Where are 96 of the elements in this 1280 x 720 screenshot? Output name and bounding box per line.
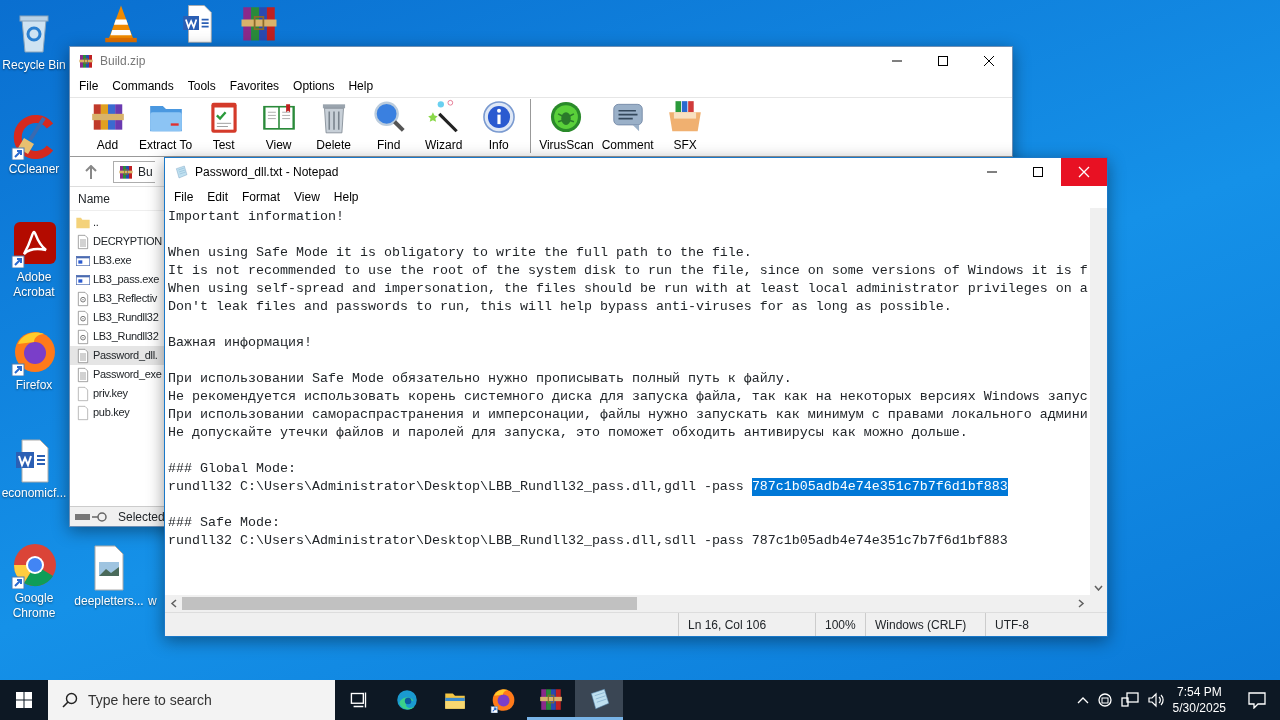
- gear-file-icon: [75, 290, 91, 307]
- browser-fox-icon: [490, 687, 516, 713]
- chevron-up-icon[interactable]: [1076, 696, 1089, 704]
- file-row[interactable]: LB3_Reflectiv: [70, 289, 164, 308]
- windows-logo-icon: [16, 692, 32, 708]
- file-row[interactable]: LB3_pass.exe: [70, 270, 164, 289]
- text-line: Don't leak files and passwords to run, this will help bypass anti-viruses for as long as possible.: [168, 298, 952, 316]
- taskbar-app-button[interactable]: [575, 680, 623, 720]
- gear-file-icon: [75, 328, 91, 345]
- archive-books-icon: [118, 163, 134, 180]
- up-arrow-icon[interactable]: [85, 164, 97, 179]
- menu-item[interactable]: Help: [341, 77, 381, 95]
- browser-circle-icon[interactable]: [10, 541, 58, 589]
- status-text: Selected: [118, 508, 165, 526]
- menu-item[interactable]: Commands: [105, 77, 181, 95]
- search-icon: [62, 692, 78, 708]
- status-text: 100%: [825, 616, 856, 634]
- selected-text: 787c1b05adb4e74e351c7b7f6d1bf883: [751, 478, 1008, 496]
- menu-item[interactable]: Format: [235, 188, 288, 206]
- text-line: Не рекомендуется использовать корень системного диска для запуска файла, так как на некоторых версиях Windows запус: [168, 388, 1088, 406]
- file-row[interactable]: Password_dll.: [70, 346, 164, 365]
- drive-icon: [74, 510, 110, 523]
- address-field[interactable]: Bu: [113, 160, 155, 183]
- archive-books-icon: [78, 53, 94, 69]
- text-line: Важная информация!: [168, 334, 312, 352]
- horizontal-scrollbar[interactable]: [165, 595, 1107, 612]
- text-line: Не допускайте утечки файлов и паролей для запуска, это поможет обходить антивирусы как можно дольше.: [168, 424, 968, 442]
- close-icon: [982, 55, 996, 67]
- network-icon[interactable]: [1120, 692, 1139, 708]
- scrollbar-thumb[interactable]: [182, 597, 637, 610]
- text-line: rundll32 C:\Users\Administrator\Desktop\LBB_Rundll32_pass.dll,sdll -pass 787c1b05adb4e74e351c7b7f6d1bf883: [168, 532, 1008, 550]
- menu-item[interactable]: View: [287, 188, 327, 206]
- toolbar-button[interactable]: Extract To: [135, 96, 197, 156]
- menu-item[interactable]: Help: [326, 188, 366, 206]
- text-line: When using Safe Mode it is obligatory to write the full path to the file.: [168, 244, 752, 262]
- toolbar-button[interactable]: Find: [361, 96, 417, 156]
- file-row[interactable]: LB3_Rundll32: [70, 308, 164, 327]
- icon-label[interactable]: Recycle Bin: [2, 58, 66, 73]
- toolbar-button[interactable]: Delete: [306, 96, 362, 156]
- text-line: ### Global Mode:: [168, 460, 296, 478]
- toolbar-button[interactable]: Comment: [597, 96, 658, 156]
- file-row[interactable]: ..: [70, 213, 164, 232]
- toolbar-button[interactable]: Wizard: [416, 96, 472, 156]
- menu-item[interactable]: Options: [286, 77, 342, 95]
- file-row[interactable]: pub.key: [70, 403, 164, 422]
- window-title: Password_dll.txt - Notepad: [195, 164, 339, 181]
- column-header[interactable]: Name: [78, 189, 110, 208]
- notification-icon[interactable]: [1248, 691, 1266, 709]
- toolbar-button[interactable]: Info: [471, 96, 527, 156]
- menu-item[interactable]: File: [72, 77, 106, 95]
- toolbar-button[interactable]: VirusScan: [535, 96, 598, 156]
- file-row[interactable]: LB3_Rundll32: [70, 327, 164, 346]
- status-text: UTF-8: [995, 616, 1029, 634]
- text-file-icon: [75, 233, 91, 250]
- text-line: ### Safe Mode:: [168, 514, 280, 532]
- icon-label[interactable]: Adobe Acrobat: [0, 270, 68, 300]
- speaker-icon[interactable]: [1146, 692, 1165, 708]
- search-field[interactable]: Type here to search: [48, 680, 335, 720]
- window-title: Build.zip: [100, 53, 146, 70]
- menu-item[interactable]: File: [167, 188, 201, 206]
- toolbar-button[interactable]: Test: [196, 96, 252, 156]
- toolbar-button[interactable]: View: [251, 96, 307, 156]
- text-line: When using self-spread and impersonation, the files should be run with at least local administrator privileges on a: [168, 280, 1088, 298]
- blank-file-icon: [75, 385, 91, 402]
- icon-label[interactable]: economicf...: [1, 486, 67, 501]
- text-file-icon: [75, 347, 91, 364]
- text-line: Important information!: [168, 208, 344, 226]
- file-row[interactable]: Password_exe: [70, 365, 164, 384]
- text-line: rundll32 C:\Users\Administrator\Desktop\LBB_Rundll32_pass.dll,gdll -pass: [168, 478, 745, 496]
- icon-label[interactable]: Firefox: [15, 378, 53, 393]
- file-row[interactable]: priv.key: [70, 384, 164, 403]
- text-file-icon: [75, 366, 91, 383]
- camera-icon[interactable]: [1096, 692, 1113, 708]
- text-line: It is not recommended to use the root of the system disk to run the file, since on some versions of Windows it is f: [168, 262, 1088, 280]
- browser-wave-icon: [394, 687, 420, 713]
- clock[interactable]: 7:54 PM 5/30/2025: [1172, 684, 1226, 716]
- notepad-icon: [173, 164, 189, 180]
- maximize-icon: [936, 55, 950, 67]
- menu-item[interactable]: Edit: [200, 188, 236, 206]
- file-row[interactable]: LB3.exe: [70, 251, 164, 270]
- close-icon: [1077, 166, 1091, 178]
- blank-file-icon: [75, 404, 91, 421]
- menu-item[interactable]: Tools: [180, 77, 223, 95]
- file-row[interactable]: DECRYPTION: [70, 232, 164, 251]
- status-text: Windows (CRLF): [875, 616, 967, 634]
- icon-label[interactable]: CCleaner: [8, 162, 60, 177]
- pdf-app-icon[interactable]: [10, 220, 58, 268]
- gear-file-icon: [75, 309, 91, 326]
- vertical-scrollbar[interactable]: [1090, 208, 1107, 595]
- menu-item[interactable]: Favorites: [222, 77, 287, 95]
- toolbar-button[interactable]: Add: [80, 96, 135, 156]
- status-text: Ln 16, Col 106: [688, 616, 767, 634]
- maximize-icon: [1031, 166, 1045, 178]
- text-line: При использовании самораспрастранения и имперсонации, файлы нужно запускать как минимум с правами локального админи: [168, 406, 1088, 424]
- toolbar-button[interactable]: SFX: [657, 96, 713, 156]
- text-line: При использовании Safe Mode обязательно нужно прописывать полный путь к файлу.: [168, 370, 792, 388]
